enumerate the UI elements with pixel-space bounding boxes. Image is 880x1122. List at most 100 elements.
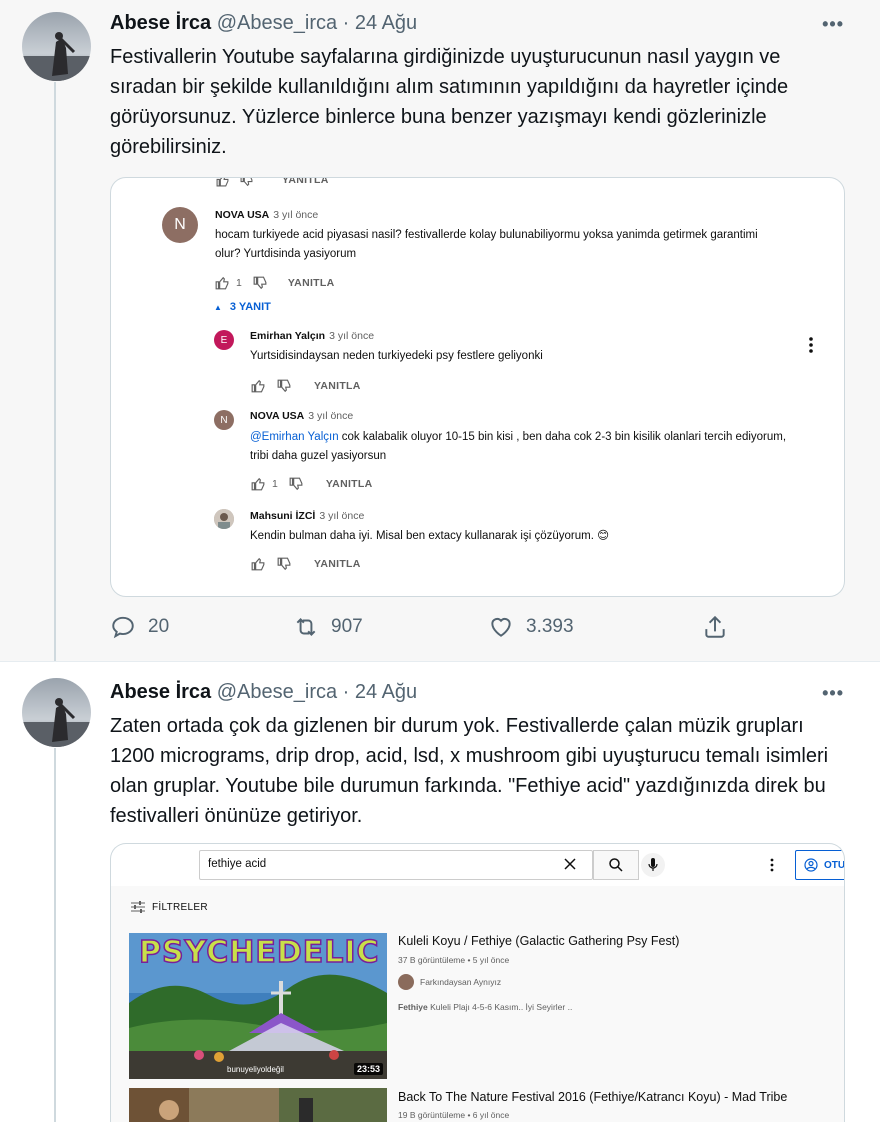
comment-date: 3 yıl önce (273, 209, 319, 221)
reply-icon (112, 616, 134, 639)
reply-action[interactable]: 20 (110, 614, 169, 640)
video-thumbnail[interactable]: PSYCHEDELIC bunuyeliyoldeğil 23:53 (129, 933, 387, 1079)
attached-image-search[interactable]: fethiye acid OTU FİLTRELER PSYCHEDELIC b… (110, 843, 845, 1122)
thumbs-up-icon[interactable] (250, 557, 266, 571)
reply-date: 3 yıl önce (319, 510, 365, 522)
reply-actions: 1 YANITLA (250, 476, 372, 492)
comment-actions: 1 YANITLA (214, 275, 334, 291)
share-action[interactable] (702, 614, 728, 640)
reply-author[interactable]: Mahsuni İZCİ 3 yıl önce (250, 510, 364, 522)
thumbs-down-icon[interactable] (288, 477, 304, 491)
video-duration: 23:53 (353, 1063, 383, 1075)
description-text: Kuleli Plajı 4-5-6 Kasım.. İyi Seyirler … (427, 1002, 573, 1012)
tweet-text: Zaten ortada çok da gizlenen bir durum y… (110, 715, 829, 827)
handle-and-date[interactable]: @Abese_irca · 24 Ağu (217, 681, 417, 703)
thread-line (54, 748, 56, 1122)
comment-author[interactable]: NOVA USA 3 yıl önce (215, 209, 318, 221)
account-icon (804, 858, 818, 872)
reply-actions: YANITLA (250, 556, 361, 572)
like-count: 3.393 (526, 616, 574, 637)
tweet-text: Festivallerin Youtube sayfalarına girdiğ… (110, 46, 789, 158)
thumbs-down-icon[interactable] (276, 379, 292, 393)
thumbs-up-icon (214, 178, 230, 187)
author-name[interactable]: Mahsuni İZCİ (250, 510, 315, 522)
channel-row[interactable]: Farkındaysan Aynıyız (398, 974, 501, 990)
thumbnail-headline: PSYCHEDELIC (138, 934, 380, 971)
reply-date: 3 yıl önce (308, 410, 354, 422)
reply-button[interactable]: YANITLA (288, 277, 335, 289)
partial-comment-actions: YANITLA (214, 178, 329, 188)
reply-button[interactable]: YANITLA (282, 178, 329, 186)
chevron-up-icon: ▲ (214, 302, 222, 312)
user-avatar[interactable] (22, 12, 91, 81)
reply-more-options-icon[interactable] (808, 336, 814, 354)
like-action[interactable]: 3.393 (488, 614, 574, 640)
tweet-actions: 20 907 3.393 (110, 614, 750, 646)
video-title[interactable]: Back To The Nature Festival 2016 (Fethiy… (398, 1090, 787, 1104)
thumbnail-watermark: bunuyeliyoldeğil (227, 1065, 284, 1074)
reply-avatar[interactable]: N (214, 410, 234, 430)
display-name[interactable]: Abese İrca (110, 12, 211, 34)
user-avatar[interactable] (22, 678, 91, 747)
video-thumbnail[interactable] (129, 1088, 387, 1122)
search-query: fethiye acid (208, 858, 267, 870)
reply-avatar[interactable] (214, 509, 234, 529)
reply-date: 3 yıl önce (329, 330, 375, 342)
clear-search-icon[interactable] (563, 857, 577, 871)
mention-link[interactable]: @Emirhan Yalçın (250, 431, 339, 443)
tweet-header: Abese İrca @Abese_irca · 24 Ağu (110, 12, 417, 35)
filter-icon (131, 901, 145, 913)
author-name[interactable]: NOVA USA (215, 209, 269, 221)
thumbs-up-icon[interactable] (250, 477, 266, 491)
handle-and-date[interactable]: @Abese_irca · 24 Ağu (217, 12, 417, 34)
filters-label: FİLTRELER (152, 901, 208, 913)
reply-count: 20 (148, 616, 170, 637)
video-title[interactable]: Kuleli Koyu / Fethiye (Galactic Gatherin… (398, 934, 679, 948)
reply-author[interactable]: NOVA USA 3 yıl önce (250, 410, 353, 422)
reply-text: Kendin bulman daha iyi. Misal ben extacy… (250, 530, 610, 542)
microphone-icon[interactable] (641, 853, 665, 877)
comment-text: hocam turkiyede acid piyasasi nasil? fes… (215, 229, 758, 260)
search-input[interactable]: fethiye acid (199, 850, 593, 880)
retweet-action[interactable]: 907 (293, 614, 363, 640)
retweet-icon (296, 618, 316, 636)
thumbs-down-icon[interactable] (252, 276, 268, 290)
retweet-count: 907 (331, 616, 363, 637)
share-icon (705, 615, 725, 638)
attached-image-comments[interactable]: YANITLA N NOVA USA 3 yıl önce hocam turki… (110, 177, 845, 597)
reply-button[interactable]: YANITLA (314, 558, 361, 570)
more-options-icon[interactable]: ••• (822, 683, 844, 704)
thumbs-down-icon (238, 178, 254, 187)
comment-avatar[interactable]: N (162, 207, 198, 243)
thumbs-down-icon[interactable] (276, 557, 292, 571)
thumbs-up-icon[interactable] (250, 379, 266, 393)
search-button[interactable] (593, 850, 639, 880)
author-name[interactable]: NOVA USA (250, 410, 304, 422)
reply-button[interactable]: YANITLA (326, 478, 373, 490)
reply-text: Yurtsidisindaysan neden turkiyedeki psy … (250, 350, 543, 362)
filters-button[interactable]: FİLTRELER (131, 901, 208, 913)
video-meta: 19 B görüntüleme • 6 yıl önce (398, 1110, 510, 1120)
reply-actions: YANITLA (250, 378, 361, 394)
thumbs-up-icon[interactable] (214, 276, 230, 290)
channel-name[interactable]: Farkındaysan Aynıyız (420, 977, 501, 987)
heart-icon (491, 617, 511, 637)
search-icon (609, 858, 623, 872)
reply-author[interactable]: Emirhan Yalçın 3 yıl önce (250, 330, 374, 342)
like-count: 1 (236, 277, 242, 289)
author-name[interactable]: Emirhan Yalçın (250, 330, 325, 342)
like-count: 1 (272, 478, 278, 490)
channel-avatar[interactable] (398, 974, 414, 990)
settings-more-icon[interactable] (770, 858, 774, 872)
more-options-icon[interactable]: ••• (822, 14, 844, 35)
sign-in-button[interactable]: OTU (795, 850, 844, 880)
reply-avatar[interactable]: E (214, 330, 234, 350)
video-meta: 37 B görüntüleme • 5 yıl önce (398, 955, 510, 965)
tweet-2[interactable]: Abese İrca @Abese_irca · 24 Ağu ••• Zate… (0, 661, 880, 1122)
show-replies-toggle[interactable]: ▲ 3 YANIT (214, 301, 271, 313)
description-keyword: Fethiye (398, 1002, 428, 1012)
reply-button[interactable]: YANITLA (314, 380, 361, 392)
display-name[interactable]: Abese İrca (110, 681, 211, 703)
tweet-1[interactable]: Abese İrca @Abese_irca · 24 Ağu ••• Fest… (0, 0, 880, 662)
tweet-header: Abese İrca @Abese_irca · 24 Ağu (110, 681, 417, 704)
